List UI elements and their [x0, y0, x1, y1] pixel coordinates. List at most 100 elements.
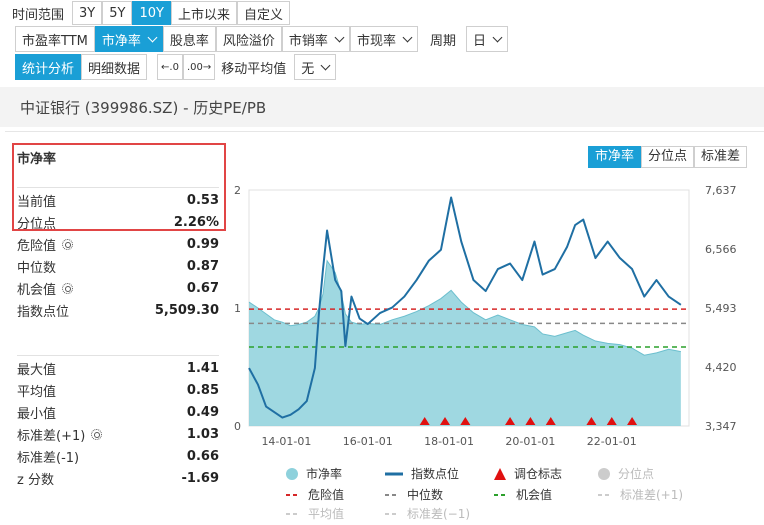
metric-dividend-label: 股息率 [169, 33, 209, 49]
stat-sd-minus: 标准差(-1) 0.66 [17, 445, 219, 467]
metric-risk-premium-dropdown[interactable]: 风险溢价 [215, 26, 282, 52]
legend-sd-plus-label: 标准差(+1) [620, 488, 684, 502]
metric-dividend-button[interactable]: 股息率 [162, 26, 216, 52]
gear-icon[interactable] [91, 428, 103, 440]
metric-pcf-dropdown[interactable]: 市现率 [349, 26, 418, 52]
range-5y-button[interactable]: 5Y [102, 1, 133, 25]
chart-tab-stddev[interactable]: 标准差 [694, 146, 748, 168]
legend-average[interactable]: 平均值 [286, 505, 344, 522]
highlight-box [12, 143, 226, 231]
chevron-down-icon [147, 32, 158, 42]
metric-ps-dropdown[interactable]: 市销率 [281, 26, 350, 52]
legend-danger-swatch [286, 493, 300, 496]
legend-rebalance-swatch [494, 467, 506, 480]
legend-sd-plus-swatch [598, 493, 612, 496]
page-title: 中证银行 (399986.SZ) - 历史PE/PB [20, 99, 267, 117]
legend-index-swatch [385, 472, 403, 475]
stat-zscore-label: z 分数 [17, 472, 54, 488]
decimal-decrease-icon: ←.0 [161, 61, 179, 73]
decimal-decrease-button[interactable]: ←.0 [157, 54, 183, 80]
period-label: 周期 [429, 33, 456, 49]
stat-max-value: 1.41 [186, 360, 219, 376]
chart-tabs: 市净率 分位点 标准差 [588, 146, 748, 168]
range-since-listing-button[interactable]: 上市以来 [170, 1, 237, 25]
stat-zscore-value: -1.69 [181, 470, 219, 486]
chevron-down-icon [402, 32, 413, 42]
stat-max: 最大值 1.41 [17, 357, 219, 379]
stat-avg-value: 0.85 [186, 382, 219, 398]
stat-index-value: 5,509.30 [154, 302, 219, 318]
stat-sd-plus-label: 标准差(+1) [17, 428, 86, 444]
stat-median-value: 0.87 [186, 258, 219, 274]
chart-tab-percentile[interactable]: 分位点 [641, 146, 695, 168]
legend-sd-minus[interactable]: 标准差(−1) [385, 505, 470, 522]
decimal-increase-icon: .00→ [186, 61, 212, 73]
chevron-down-icon [334, 32, 345, 42]
range-3y-button[interactable]: 3Y [72, 1, 103, 25]
stat-index: 指数点位 5,509.30 [17, 299, 219, 321]
legend-percentile-swatch [598, 467, 610, 480]
stat-sd-minus-value: 0.66 [186, 448, 219, 464]
legend-chance-swatch [494, 493, 508, 496]
range-10y-button[interactable]: 10Y [132, 1, 171, 25]
legend-sd-minus-swatch [385, 512, 399, 515]
legend-pb[interactable]: 市净率 [286, 465, 342, 482]
period-select[interactable]: 日 [465, 26, 508, 52]
stat-max-label: 最大值 [17, 362, 57, 378]
stat-avg-label: 平均值 [17, 384, 57, 400]
stat-min-value: 0.49 [186, 404, 219, 420]
stat-min: 最小值 0.49 [17, 401, 219, 423]
stat-danger-value: 0.99 [186, 236, 219, 252]
legend-pb-label: 市净率 [306, 467, 343, 481]
gear-icon[interactable] [62, 282, 74, 294]
metric-pe-ttm-label: 市盈率TTM [22, 33, 88, 49]
metric-ps-label: 市销率 [288, 33, 328, 49]
legend-index[interactable]: 指数点位 [385, 465, 459, 482]
legend-average-label: 平均值 [308, 507, 345, 521]
tab-detail-data[interactable]: 明细数据 [81, 54, 148, 80]
metric-pb-dropdown[interactable]: 市净率 [94, 26, 163, 52]
tab-statistics[interactable]: 统计分析 [15, 54, 82, 80]
period-value: 日 [472, 33, 486, 49]
stat-danger-label: 危险值 [17, 238, 57, 254]
decimal-increase-button[interactable]: .00→ [182, 54, 216, 80]
stat-avg: 平均值 0.85 [17, 379, 219, 401]
stat-sd-plus: 标准差(+1) 1.03 [17, 423, 219, 445]
legend-average-swatch [286, 512, 300, 515]
legend-median[interactable]: 中位数 [385, 486, 443, 503]
legend-rebalance[interactable]: 调仓标志 [494, 465, 562, 482]
legend-pb-swatch [286, 467, 298, 480]
legend-index-label: 指数点位 [411, 467, 460, 481]
metric-pb-label: 市净率 [101, 33, 141, 49]
legend-median-label: 中位数 [407, 488, 444, 502]
stat-min-label: 最小值 [17, 406, 57, 422]
legend-chance[interactable]: 机会值 [494, 486, 552, 503]
stat-median-label: 中位数 [17, 260, 57, 276]
stat-sd-minus-label: 标准差(-1) [17, 450, 80, 466]
range-label: 时间范围 [12, 7, 65, 23]
metric-risk-premium-label: 风险溢价 [222, 33, 275, 49]
legend-danger-label: 危险值 [308, 488, 345, 502]
stat-median: 中位数 0.87 [17, 255, 219, 277]
divider [17, 355, 219, 356]
legend-sd-plus[interactable]: 标准差(+1) [598, 486, 683, 503]
gear-icon[interactable] [62, 238, 74, 250]
stat-chance: 机会值 0.67 [17, 277, 219, 299]
legend-percentile-label: 分位点 [618, 467, 655, 481]
stat-zscore: z 分数 -1.69 [17, 467, 219, 489]
metric-pcf-label: 市现率 [356, 33, 396, 49]
legend-rebalance-label: 调仓标志 [514, 467, 563, 481]
stat-sd-plus-value: 1.03 [186, 426, 219, 442]
legend-chance-label: 机会值 [516, 488, 553, 502]
stat-chance-value: 0.67 [186, 280, 219, 296]
ma-select[interactable]: 无 [294, 54, 337, 80]
chart-tab-pb[interactable]: 市净率 [588, 146, 642, 168]
chevron-down-icon [320, 60, 331, 70]
range-custom-button[interactable]: 自定义 [236, 1, 290, 25]
legend-median-swatch [385, 493, 399, 496]
legend-danger[interactable]: 危险值 [286, 486, 344, 503]
page-title-bar: 中证银行 (399986.SZ) - 历史PE/PB [0, 87, 764, 127]
legend-percentile[interactable]: 分位点 [598, 465, 654, 482]
metric-pe-ttm-dropdown[interactable]: 市盈率TTM [15, 26, 95, 52]
legend-sd-minus-label: 标准差(−1) [407, 507, 471, 521]
